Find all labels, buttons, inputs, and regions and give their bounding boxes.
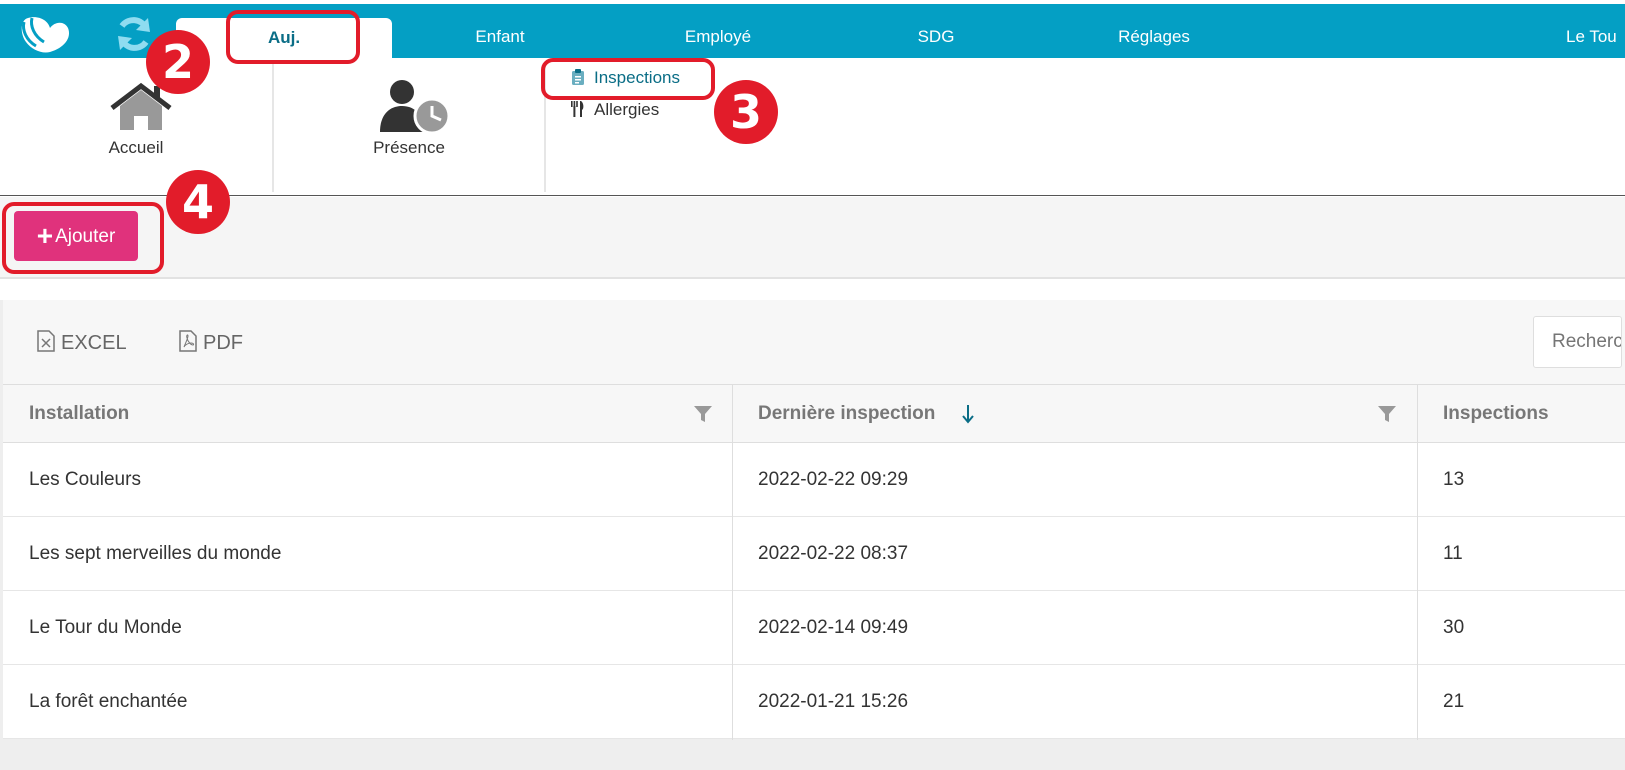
cell-installation: Les Couleurs — [29, 469, 141, 490]
cell-installation: Le Tour du Monde — [29, 617, 182, 638]
add-button-label: Ajouter — [55, 226, 116, 247]
tile-presence-label: Présence — [373, 138, 445, 157]
sublink-inspections[interactable]: Inspections — [570, 68, 680, 88]
excel-export-button[interactable]: EXCEL — [37, 330, 127, 355]
pdf-label: PDF — [203, 332, 243, 354]
action-toolbar: + Ajouter — [0, 197, 1625, 279]
divider — [544, 64, 546, 192]
grid-toolbar: EXCEL PDF — [3, 300, 1625, 385]
column-divider — [1417, 385, 1418, 740]
filter-icon[interactable] — [693, 404, 713, 424]
callout-badge-2: 2 — [146, 30, 210, 94]
tab-installation[interactable]: Le Tou — [1566, 4, 1625, 58]
tab-reglages[interactable]: Réglages — [1094, 4, 1214, 58]
column-divider — [732, 385, 733, 740]
cell-last-inspection: 2022-02-22 08:37 — [758, 543, 909, 564]
cell-inspections: 13 — [1443, 469, 1465, 490]
sub-navigation: Accueil Présence Inspections Allergies — [0, 58, 1625, 196]
table-row[interactable]: Les Couleurs 2022-02-22 09:29 13 — [3, 443, 1625, 517]
person-clock-icon — [380, 80, 451, 134]
cell-last-inspection: 2022-02-22 09:29 — [758, 469, 909, 490]
cell-inspections: 21 — [1443, 691, 1465, 712]
sort-descending-arrow-icon[interactable] — [961, 403, 975, 425]
pdf-file-icon — [179, 330, 197, 352]
tile-accueil[interactable]: Accueil — [0, 58, 272, 193]
fork-knife-icon — [571, 101, 584, 117]
add-button[interactable]: + Ajouter — [14, 211, 138, 261]
tab-sdg[interactable]: SDG — [876, 4, 996, 58]
table-row[interactable]: Le Tour du Monde 2022-02-14 09:49 30 — [3, 591, 1625, 665]
search-input[interactable] — [1533, 316, 1622, 368]
top-navigation-bar: Auj. Enfant Employé SDG Réglages Le Tou — [0, 4, 1625, 58]
tile-accueil-label: Accueil — [108, 138, 164, 157]
cell-last-inspection: 2022-02-14 09:49 — [758, 617, 909, 638]
sublink-allergies[interactable]: Allergies — [570, 100, 659, 120]
column-header-inspections[interactable]: Inspections — [1417, 385, 1625, 443]
tab-employe[interactable]: Employé — [658, 4, 778, 58]
inspections-grid: EXCEL PDF Installation Dernière inspecti… — [0, 300, 1625, 770]
clipboard-icon — [572, 69, 584, 85]
column-header-last-inspection-label: Dernière inspection — [758, 403, 936, 424]
sublink-allergies-label: Allergies — [594, 100, 660, 119]
excel-file-icon — [37, 330, 55, 352]
callout-badge-3: 3 — [714, 80, 778, 144]
heart-logo-icon[interactable] — [18, 12, 74, 56]
cell-installation: La forêt enchantée — [29, 691, 188, 712]
filter-icon[interactable] — [1377, 404, 1397, 424]
column-header-last-inspection[interactable]: Dernière inspection — [732, 385, 1417, 443]
plus-icon: + — [36, 220, 54, 251]
column-header-installation[interactable]: Installation — [3, 385, 731, 443]
excel-label: EXCEL — [61, 332, 127, 354]
tab-enfant[interactable]: Enfant — [440, 4, 560, 58]
grid-header: Installation Dernière inspection Inspect… — [3, 385, 1625, 443]
table-row[interactable]: La forêt enchantée 2022-01-21 15:26 21 — [3, 665, 1625, 739]
tile-presence[interactable]: Présence — [274, 58, 544, 193]
pdf-export-button[interactable]: PDF — [179, 330, 243, 355]
cell-inspections: 11 — [1443, 543, 1463, 564]
callout-badge-4: 4 — [166, 170, 230, 234]
table-row[interactable]: Les sept merveilles du monde 2022-02-22 … — [3, 517, 1625, 591]
cell-inspections: 30 — [1443, 617, 1465, 638]
cell-installation: Les sept merveilles du monde — [29, 543, 282, 564]
sublink-inspections-label: Inspections — [594, 68, 680, 87]
cell-last-inspection: 2022-01-21 15:26 — [758, 691, 909, 712]
